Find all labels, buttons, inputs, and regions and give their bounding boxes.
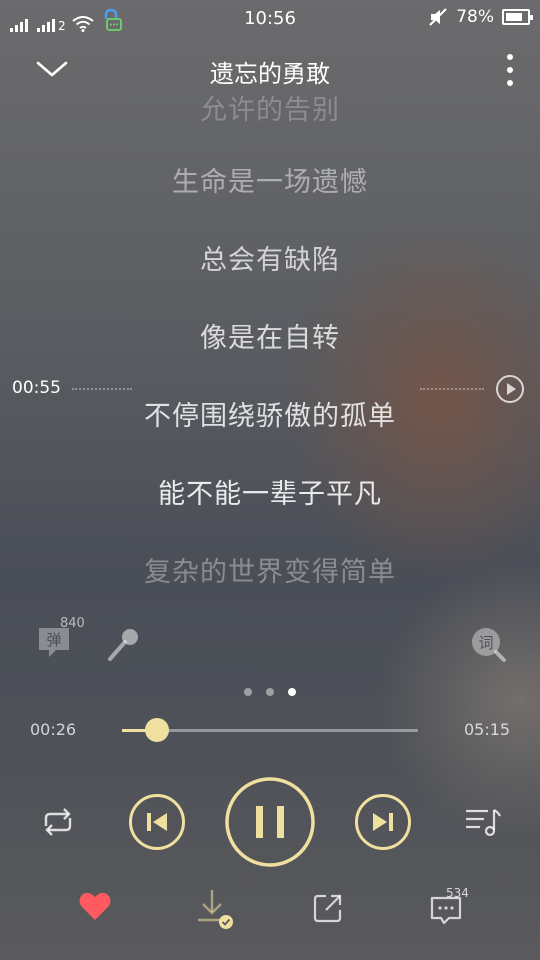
- repeat-icon[interactable]: [38, 806, 78, 838]
- skip-next-icon[interactable]: [354, 793, 412, 851]
- bottom-action-bar: 534: [0, 884, 540, 944]
- status-right: 78%: [428, 7, 533, 27]
- playlist-icon[interactable]: [464, 806, 502, 838]
- lyric-search-icon[interactable]: 词: [468, 624, 508, 664]
- download-icon[interactable]: [192, 886, 236, 930]
- progress-thumb[interactable]: [144, 718, 169, 742]
- play-from-here-icon[interactable]: [495, 374, 525, 404]
- dotted-divider: [420, 388, 484, 390]
- dotted-divider: [72, 388, 132, 390]
- share-icon[interactable]: [312, 892, 344, 924]
- more-vertical-icon[interactable]: [502, 54, 518, 86]
- page-dot[interactable]: [266, 688, 274, 696]
- lyrics-panel[interactable]: 允许的告别 生命是一场遗憾 总会有缺陷 像是在自转 不停围绕骄傲的孤单 能不能一…: [0, 96, 540, 596]
- heart-icon[interactable]: [78, 890, 112, 922]
- battery-percent: 78%: [456, 7, 494, 27]
- lyric-line: 像是在自转: [200, 323, 340, 354]
- current-time: 00:26: [30, 720, 77, 739]
- lyric-seek-indicator: 00:55: [0, 374, 540, 404]
- lyric-line: 能不能一辈子平凡: [158, 479, 382, 510]
- lyric-search-label: 词: [478, 634, 493, 652]
- pause-icon[interactable]: [224, 776, 316, 868]
- mute-icon: [429, 8, 447, 26]
- microphone-icon[interactable]: [104, 624, 144, 664]
- lyric-line: 复杂的世界变得简单: [144, 557, 396, 588]
- danmu-label: 弹: [46, 631, 61, 649]
- tool-row: 弹 840 词: [0, 616, 540, 666]
- lyric-line: 生命是一场遗憾: [172, 167, 368, 198]
- progress-bar[interactable]: 00:26 05:15: [0, 716, 540, 746]
- playback-controls: [0, 776, 540, 868]
- lyric-line: 总会有缺陷: [200, 245, 340, 276]
- skip-previous-icon[interactable]: [128, 793, 186, 851]
- comment-count: 534: [446, 886, 469, 900]
- total-time: 05:15: [464, 720, 511, 739]
- status-bar: 2 10:56 78%: [0, 0, 540, 38]
- danmu-count: 840: [60, 616, 85, 631]
- page-dot[interactable]: [244, 688, 252, 696]
- page-indicator: [0, 688, 540, 696]
- page-dot[interactable]: [288, 688, 296, 696]
- lyric-line: 允许的告别: [200, 96, 340, 126]
- player-header: 遗忘的勇敢: [0, 44, 540, 94]
- progress-track[interactable]: [122, 718, 418, 742]
- lyric-seek-time: 00:55: [12, 378, 61, 398]
- song-title: 遗忘的勇敢: [210, 60, 330, 88]
- battery-icon: [502, 9, 533, 25]
